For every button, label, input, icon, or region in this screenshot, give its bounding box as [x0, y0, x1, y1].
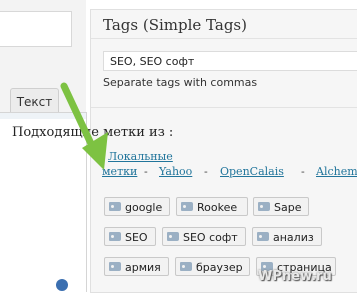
- green-arrow-icon: [60, 82, 108, 170]
- watermark: WPnew.ru: [258, 269, 332, 284]
